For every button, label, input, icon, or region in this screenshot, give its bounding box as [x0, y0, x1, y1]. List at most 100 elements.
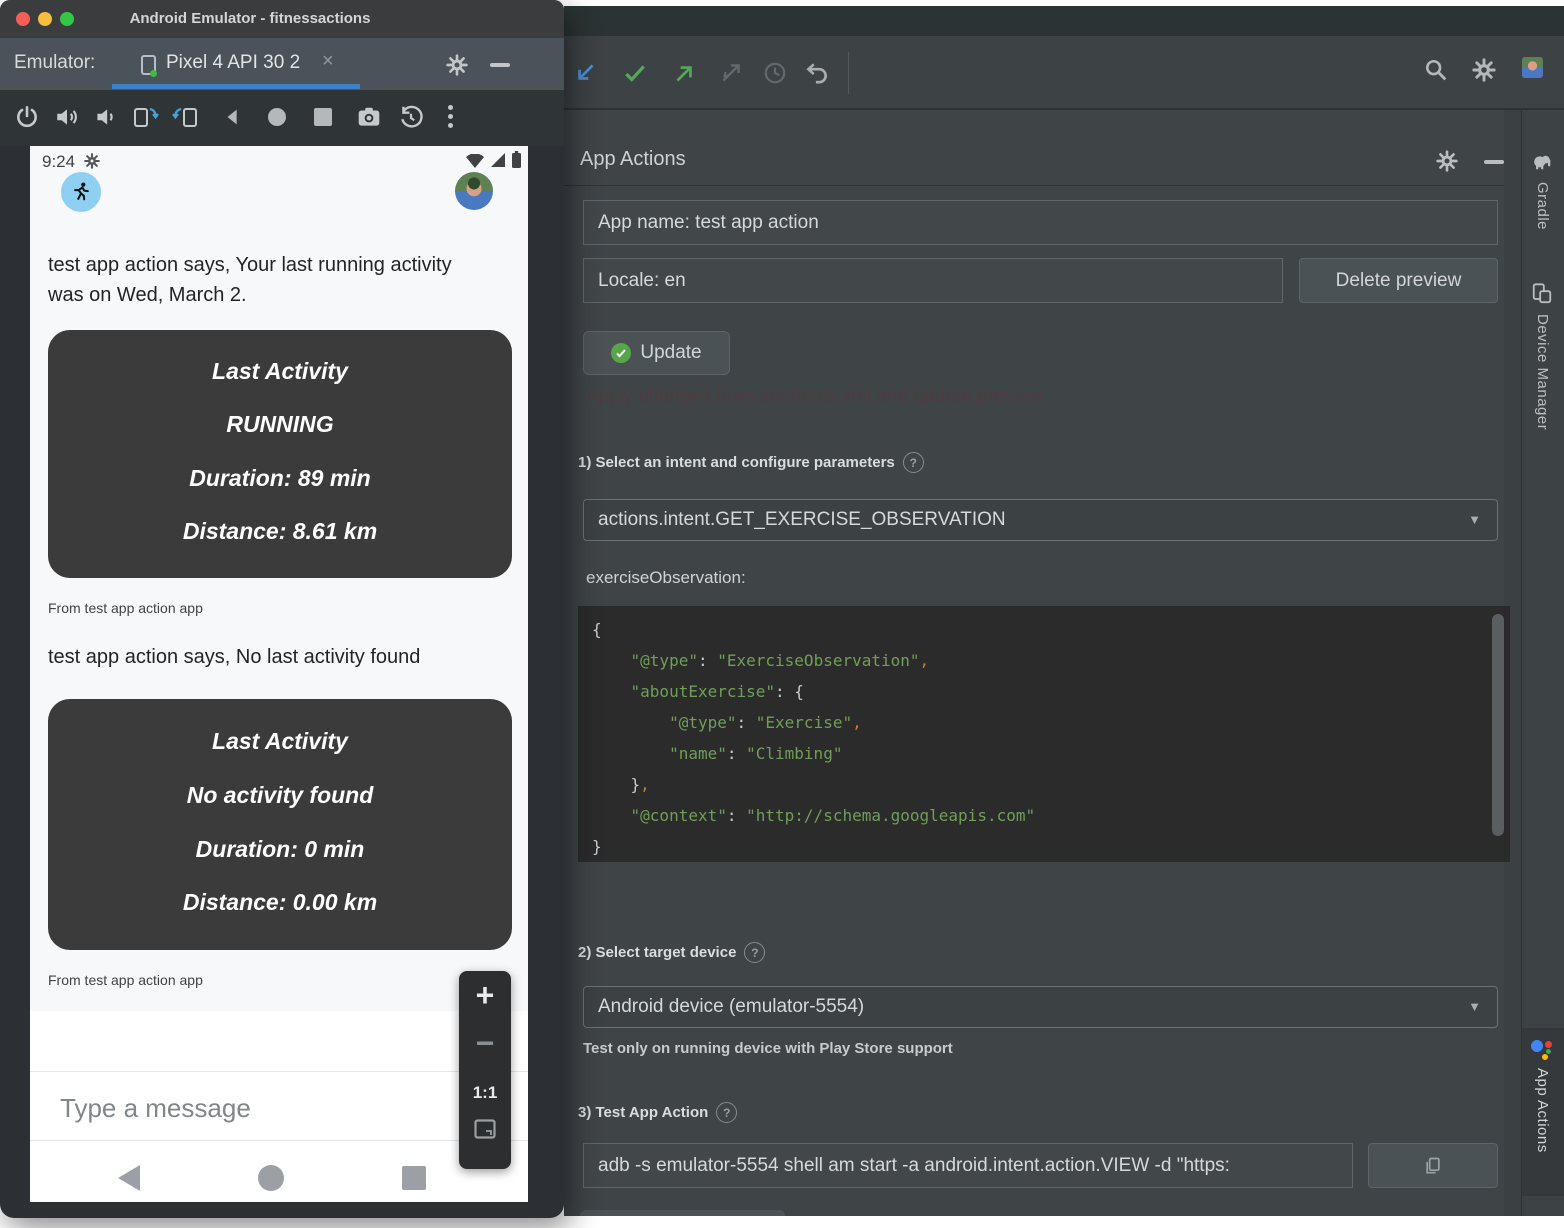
overview-icon[interactable] — [314, 108, 332, 126]
device-note: Test only on running device with Play St… — [583, 1040, 953, 1057]
search-icon[interactable] — [1422, 56, 1450, 84]
actual-size-button[interactable]: 1:1 — [459, 1083, 511, 1103]
step1-label-row: 1) Select an intent and configure parame… — [578, 452, 924, 473]
card2-title: Last Activity — [48, 726, 512, 756]
settings-gear-icon[interactable] — [1472, 58, 1496, 82]
android-back-button[interactable] — [118, 1165, 140, 1191]
card2-caption: From test app action app — [48, 972, 203, 988]
chevron-down-icon: ▼ — [1468, 987, 1481, 1027]
android-overview-button[interactable] — [402, 1166, 426, 1190]
delete-preview-button[interactable]: Delete preview — [1299, 258, 1498, 303]
signal-icon — [490, 152, 506, 168]
chevron-down-icon: ▼ — [1468, 500, 1481, 540]
panel-title: App Actions — [580, 148, 686, 171]
gradle-icon[interactable] — [1531, 150, 1553, 172]
more-options-icon[interactable] — [446, 103, 454, 131]
message-input[interactable] — [58, 1084, 442, 1132]
step1-label: 1) Select an intent and configure parame… — [578, 454, 895, 471]
power-icon[interactable] — [14, 104, 40, 130]
card1-title: Last Activity — [48, 356, 512, 386]
emulator-label: Emulator: — [14, 52, 95, 74]
studio-main-toolbar — [564, 36, 1564, 110]
tab-app-actions[interactable]: App Actions — [1534, 1068, 1551, 1153]
copy-icon — [1423, 1156, 1443, 1176]
adb-command-field[interactable]: adb -s emulator-5554 shell am start -a a… — [583, 1143, 1353, 1188]
partial-bottom-button[interactable] — [580, 1210, 785, 1216]
screenshot-camera-icon[interactable] — [356, 104, 382, 130]
card2-distance: Distance: 0.00 km — [48, 887, 512, 917]
bot-message-2: test app action says, No last activity f… — [48, 646, 420, 669]
apply-changes-arrow-icon[interactable] — [672, 60, 698, 86]
android-home-button[interactable] — [258, 1165, 284, 1191]
minimize-traffic-light[interactable] — [38, 12, 52, 26]
assistant-icon[interactable] — [1530, 1038, 1554, 1062]
composer-top-divider — [30, 1071, 528, 1072]
panel-header-divider — [564, 185, 1504, 186]
zoom-in-button[interactable]: + — [459, 977, 511, 1014]
card1-activity: RUNNING — [48, 409, 512, 439]
emulator-window: Android Emulator - fitnessactions Emulat… — [0, 0, 564, 1218]
panel-minimize-icon[interactable] — [1484, 160, 1504, 164]
run-check-icon[interactable] — [622, 60, 648, 86]
bot-message-1-line1: test app action says, Your last running … — [48, 254, 452, 277]
app-name-field[interactable]: App name: test app action — [583, 200, 1498, 245]
home-icon[interactable] — [268, 108, 286, 126]
bot-message-1-line2: was on Wed, March 2. — [48, 284, 247, 307]
card1-duration: Duration: 89 min — [48, 463, 512, 493]
step3-help-icon[interactable]: ? — [716, 1102, 737, 1123]
rotate-left-icon[interactable] — [131, 104, 159, 130]
user-avatar[interactable] — [1522, 57, 1543, 78]
screenshot-root: App Actions App name: test app action Lo… — [0, 0, 1564, 1228]
step2-label: 2) Select target device — [578, 944, 736, 961]
close-tab-icon[interactable]: × — [322, 50, 334, 73]
rotate-right-icon[interactable] — [172, 104, 200, 130]
step1-help-icon[interactable]: ? — [903, 452, 924, 473]
profiler-icon[interactable] — [718, 60, 744, 86]
card2-activity: No activity found — [48, 780, 512, 810]
step3-label-row: 3) Test App Action ? — [578, 1102, 737, 1123]
maximize-traffic-light[interactable] — [60, 12, 74, 26]
fit-to-window-icon[interactable] — [474, 1119, 496, 1139]
editor-scrollbar-thumb[interactable] — [1492, 614, 1504, 836]
rollback-icon[interactable] — [804, 60, 830, 86]
json-editor-code: { "@type": "ExerciseObservation", "about… — [592, 614, 1035, 862]
tab-device-manager[interactable]: Device Manager — [1534, 314, 1551, 430]
last-activity-card-2: Last Activity No activity found Duration… — [48, 699, 512, 950]
back-icon[interactable] — [222, 106, 244, 128]
volume-down-icon[interactable] — [92, 104, 118, 130]
rerun-arrow-icon[interactable] — [572, 60, 598, 86]
bot-avatar — [61, 172, 101, 212]
card1-caption: From test app action app — [48, 600, 203, 616]
volume-up-icon[interactable] — [54, 104, 80, 130]
wifi-icon — [466, 154, 484, 168]
toolbar-separator — [848, 52, 849, 94]
json-editor[interactable]: { "@type": "ExerciseObservation", "about… — [578, 606, 1510, 862]
target-device-dropdown[interactable]: Android device (emulator-5554) ▼ — [583, 986, 1498, 1028]
step2-label-row: 2) Select target device ? — [578, 942, 765, 963]
navbar-top-divider — [30, 1140, 528, 1141]
step2-help-icon[interactable]: ? — [744, 942, 765, 963]
parameter-name-label: exerciseObservation: — [586, 568, 746, 588]
device-manager-icon[interactable] — [1531, 282, 1553, 304]
zoom-out-button[interactable]: − — [459, 1025, 511, 1062]
update-button[interactable]: Update — [583, 331, 730, 375]
device-tab[interactable]: Pixel 4 API 30 2 — [166, 52, 300, 74]
update-check-icon — [611, 343, 631, 363]
update-button-label: Update — [640, 342, 701, 364]
locale-field[interactable]: Locale: en — [583, 258, 1283, 303]
status-gear-icon — [84, 153, 100, 169]
intent-dropdown[interactable]: actions.intent.GET_EXERCISE_OBSERVATION … — [583, 499, 1498, 541]
window-title: Android Emulator - fitnessactions — [110, 10, 390, 27]
card2-duration: Duration: 0 min — [48, 834, 512, 864]
panel-gear-icon[interactable] — [1436, 150, 1458, 172]
copy-command-button[interactable] — [1368, 1143, 1498, 1188]
close-traffic-light[interactable] — [16, 12, 30, 26]
tab-gradle[interactable]: Gradle — [1534, 182, 1551, 230]
battery-icon — [512, 151, 521, 168]
emulator-settings-gear-icon[interactable] — [446, 54, 468, 76]
history-clock-icon[interactable] — [762, 60, 788, 86]
emulator-minimize-icon[interactable] — [490, 63, 510, 67]
update-hint-text: Apply changes from shortcuts.xml and upd… — [586, 386, 1042, 408]
intent-dropdown-value: actions.intent.GET_EXERCISE_OBSERVATION — [598, 509, 1006, 530]
snapshots-icon[interactable] — [398, 104, 424, 130]
